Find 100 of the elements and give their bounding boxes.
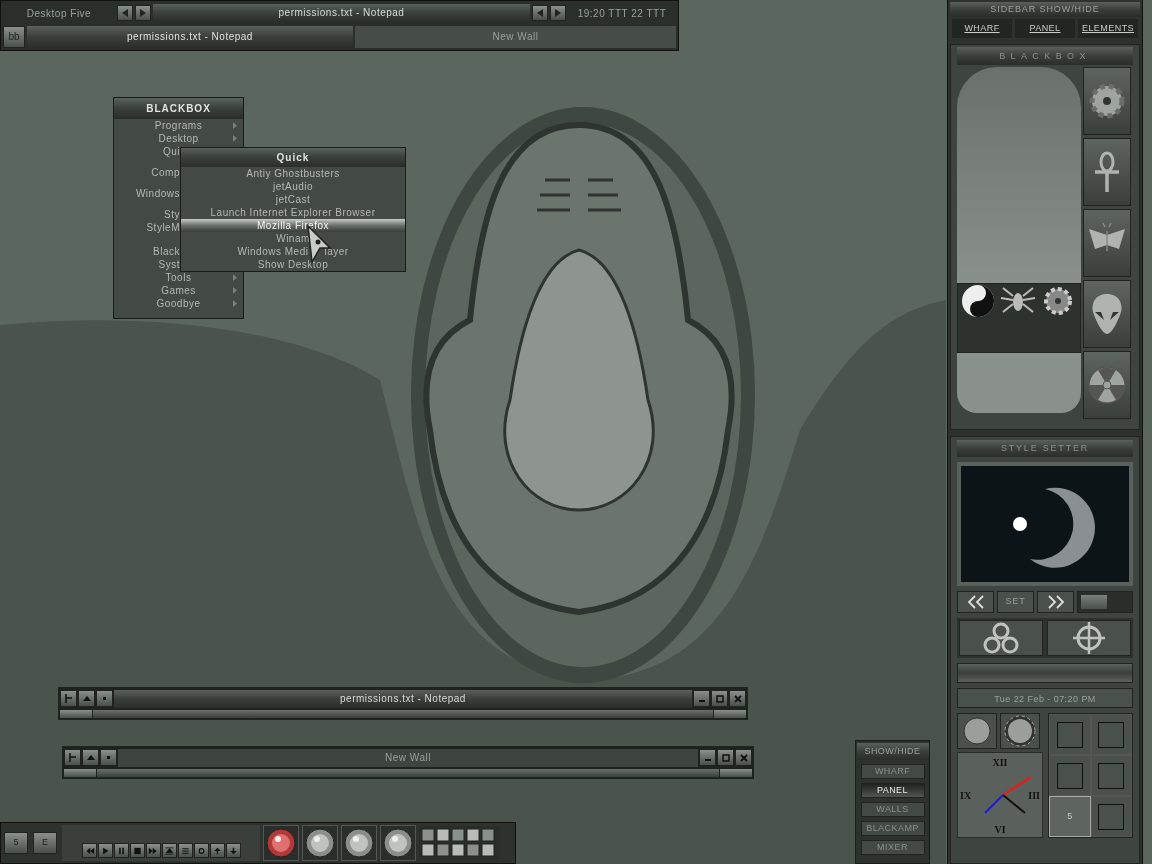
menu-item[interactable]: Windows xyxy=(135,187,180,200)
sidebar-tab[interactable]: PANEL xyxy=(1015,19,1075,38)
sidebar-tab[interactable]: ELEMENTS xyxy=(1078,19,1138,38)
launcher-button[interactable] xyxy=(341,825,377,861)
menu-item[interactable]: Syst xyxy=(158,258,180,271)
task-button[interactable]: permissions.txt - Notepad xyxy=(27,25,353,48)
round-button[interactable] xyxy=(957,713,997,749)
panel-toggle-button[interactable]: WHARF xyxy=(860,764,925,779)
previous-style-button[interactable] xyxy=(957,591,994,613)
menu-button[interactable]: bb xyxy=(3,25,25,48)
eject-button[interactable] xyxy=(161,843,177,858)
minimize-button[interactable] xyxy=(699,749,716,766)
panel-title: BLACKBOX xyxy=(957,47,1133,65)
left-triangle-icon xyxy=(122,9,128,17)
panel-toggle-button[interactable]: PANEL xyxy=(860,783,925,798)
shade-button[interactable] xyxy=(78,690,95,707)
repeat-button[interactable] xyxy=(193,843,209,858)
biohazard-button[interactable] xyxy=(959,620,1043,656)
menu-item[interactable]: Desktop xyxy=(158,132,199,145)
workspace-button[interactable]: 5 xyxy=(4,832,28,854)
skip-back-button[interactable] xyxy=(81,843,97,858)
panel-toggle-button[interactable]: BLACKAMP xyxy=(860,821,925,836)
menu-item[interactable]: jetAudio xyxy=(181,180,405,193)
panel-toggle-button[interactable]: WALLS xyxy=(860,802,925,817)
pager-cell[interactable] xyxy=(1090,755,1132,796)
maximize-button[interactable] xyxy=(717,749,734,766)
menu-item[interactable]: Sty xyxy=(164,208,180,221)
crosshair-button[interactable] xyxy=(1047,620,1131,656)
tack-icon xyxy=(68,753,77,762)
close-icon xyxy=(733,694,742,703)
round-button[interactable] xyxy=(1000,713,1040,749)
sticky-button[interactable] xyxy=(100,749,117,766)
next-button[interactable] xyxy=(135,5,151,21)
resize-grip[interactable] xyxy=(714,710,746,718)
list-icon xyxy=(179,845,191,856)
panel-toggle-button[interactable]: MIXER xyxy=(860,840,925,855)
window-handle[interactable] xyxy=(93,710,713,718)
resize-grip[interactable] xyxy=(720,769,752,777)
minimize-button[interactable] xyxy=(693,690,710,707)
orb-icon xyxy=(266,828,296,858)
pager-cell[interactable] xyxy=(1090,796,1132,837)
stop-button[interactable] xyxy=(129,843,145,858)
butterfly-button[interactable] xyxy=(1083,209,1131,277)
sticky-button[interactable] xyxy=(96,690,113,707)
close-button[interactable] xyxy=(729,690,746,707)
up-button[interactable] xyxy=(209,843,225,858)
play-button[interactable] xyxy=(97,843,113,858)
menu-item[interactable]: Black xyxy=(153,245,180,258)
pager-cell[interactable] xyxy=(1090,714,1132,755)
task-button[interactable]: New Wall xyxy=(355,25,676,48)
set-button[interactable]: SET xyxy=(997,591,1034,613)
menu-item[interactable]: Comp xyxy=(151,166,180,179)
gear-button[interactable] xyxy=(1083,67,1131,135)
shade-button[interactable] xyxy=(82,749,99,766)
launcher-button[interactable] xyxy=(302,825,338,861)
pager-cell[interactable] xyxy=(1049,714,1091,755)
menu-item[interactable]: Launch Internet Explorer Browser xyxy=(181,206,405,219)
clock-numeral: III xyxy=(1028,788,1040,803)
minimize-icon xyxy=(697,700,706,702)
menu-item[interactable]: Qui xyxy=(162,145,180,158)
menu-item-text: layer xyxy=(324,246,349,257)
menu-item[interactable]: Goodbye xyxy=(156,297,201,310)
sidebar-tab[interactable]: WHARF xyxy=(952,19,1012,38)
stop-icon xyxy=(131,845,143,856)
window-menu-button[interactable] xyxy=(60,690,77,707)
ankh-button[interactable] xyxy=(1083,138,1131,206)
next-button[interactable] xyxy=(550,5,566,21)
menu-item[interactable]: jetCast xyxy=(181,193,405,206)
launcher-button[interactable] xyxy=(380,825,416,861)
previous-button[interactable] xyxy=(532,5,548,21)
slider-track[interactable] xyxy=(1077,591,1133,613)
sidebar-header[interactable]: SIDEBAR SHOW/HIDE xyxy=(950,2,1140,17)
workspace-button[interactable]: E xyxy=(33,832,57,854)
resize-grip[interactable] xyxy=(60,710,92,718)
menu-item[interactable]: Tools xyxy=(165,271,192,284)
menu-item[interactable]: Games xyxy=(161,284,196,297)
previous-button[interactable] xyxy=(117,5,133,21)
menu-item[interactable]: Winam xyxy=(181,232,405,245)
menu-item[interactable]: Show Desktop xyxy=(181,258,405,271)
alien-head-button[interactable] xyxy=(1083,280,1131,348)
down-button[interactable] xyxy=(225,843,241,858)
pager-cell[interactable] xyxy=(1049,755,1091,796)
window-menu-button[interactable] xyxy=(64,749,81,766)
close-button[interactable] xyxy=(735,749,752,766)
menu-item[interactable]: Programs xyxy=(154,119,203,132)
window-title: permissions.txt - Notepad xyxy=(114,689,692,708)
list-button[interactable] xyxy=(177,843,193,858)
skip-forward-button[interactable] xyxy=(145,843,161,858)
resize-grip[interactable] xyxy=(64,769,96,777)
launcher-button[interactable] xyxy=(263,825,299,861)
next-style-button[interactable] xyxy=(1037,591,1074,613)
menu-item[interactable]: StyleM xyxy=(146,221,180,234)
menu-item[interactable]: Windows Medi layer xyxy=(181,245,405,258)
pager-cell[interactable]: 5 xyxy=(1049,796,1091,837)
maximize-button[interactable] xyxy=(711,690,728,707)
menu-item[interactable]: Antiy Ghostbusters xyxy=(181,167,405,180)
slider-fill[interactable] xyxy=(1081,595,1108,609)
window-handle[interactable] xyxy=(97,769,719,777)
pause-button[interactable] xyxy=(113,843,129,858)
radiation-button[interactable] xyxy=(1083,351,1131,419)
